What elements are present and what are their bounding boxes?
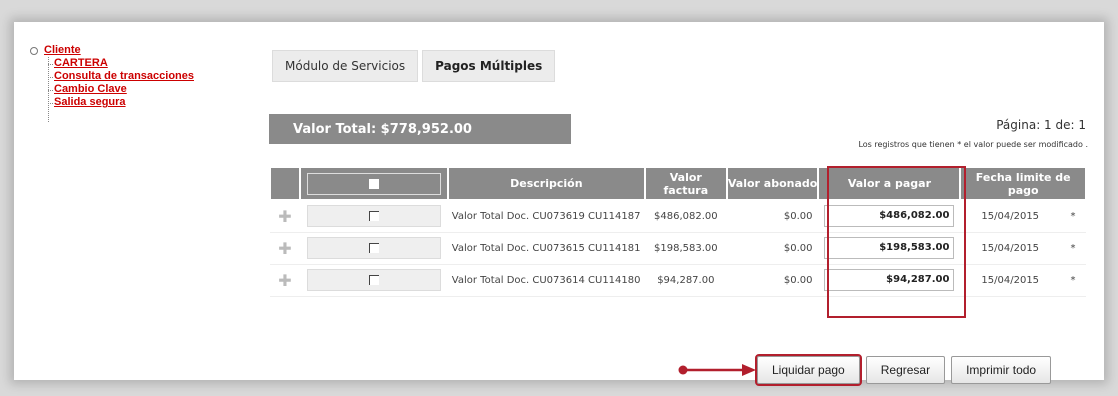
row-description: Valor Total Doc. CU073615 CU114181 <box>447 232 645 265</box>
nav-root: Cliente <box>30 44 194 57</box>
regresar-button[interactable]: Regresar <box>865 356 946 384</box>
header-fecha-limite: Fecha limite de pago <box>959 166 1087 201</box>
row-valor-factura: $198,583.00 <box>644 232 727 265</box>
row-checkbox[interactable] <box>368 211 379 222</box>
expand-plus-icon[interactable]: ✚ <box>278 271 291 290</box>
valor-a-pagar-input[interactable]: $198,583.00 <box>824 237 955 259</box>
header-descripcion: Descripción <box>446 166 646 201</box>
row-valor-factura: $486,082.00 <box>644 200 727 233</box>
nav-link-cambio-clave[interactable]: Cambio Clave <box>48 83 194 96</box>
table-row: ✚ Valor Total Doc. CU073614 CU114180 $94… <box>270 264 1086 297</box>
tree-node-icon <box>30 46 38 55</box>
arrow-pointer-icon <box>678 364 756 376</box>
left-nav: Cliente CARTERA Consulta de transaccione… <box>30 44 194 122</box>
row-checkbox[interactable] <box>368 275 379 285</box>
valor-a-pagar-input[interactable]: $94,287.00 <box>824 269 955 291</box>
row-checkbox-cell[interactable] <box>306 269 441 291</box>
row-fecha-limite: 15/04/2015 <box>960 200 1061 233</box>
row-valor-factura: $94,287.00 <box>644 264 727 297</box>
row-checkbox[interactable] <box>368 243 379 253</box>
header-valor-factura: Valor factura <box>643 166 728 201</box>
imprimir-todo-button[interactable]: Imprimir todo <box>951 356 1052 384</box>
nav-link-cliente[interactable]: Cliente <box>44 44 81 57</box>
row-fecha-limite: 15/04/2015 <box>960 264 1061 297</box>
header-select-all <box>298 166 449 201</box>
page-frame: Cliente CARTERA Consulta de transaccione… <box>14 22 1104 386</box>
tab-bar: Módulo de Servicios Pagos Múltiples <box>272 50 559 82</box>
header-valor-abonado: Valor abonado <box>725 166 820 201</box>
page-indicator: Página: 1 de: 1 <box>996 118 1086 132</box>
valor-a-pagar-input[interactable]: $486,082.00 <box>824 205 955 228</box>
nav-link-cartera[interactable]: CARTERA <box>48 57 194 70</box>
checkbox-icon <box>368 178 379 189</box>
table-row: ✚ Valor Total Doc. CU073615 CU114181 $19… <box>270 232 1086 265</box>
nav-link-salida-segura[interactable]: Salida segura <box>48 96 194 109</box>
row-description: Valor Total Doc. CU073619 CU114187 <box>447 200 645 233</box>
table-row: ✚ Valor Total Doc. CU073619 CU114187 $48… <box>270 200 1086 233</box>
total-value-bar: Valor Total: $778,952.00 <box>269 114 571 144</box>
row-valor-abonado: $0.00 <box>726 264 819 297</box>
expand-plus-icon[interactable]: ✚ <box>278 207 291 226</box>
nav-subitems: CARTERA Consulta de transacciones Cambio… <box>48 57 194 109</box>
action-buttons: Liquidar pago Regresar Imprimir todo <box>755 354 1057 386</box>
nav-link-consulta-transacciones[interactable]: Consulta de transacciones <box>48 70 194 83</box>
select-all-checkbox[interactable] <box>306 172 441 195</box>
payments-table: Descripción Valor factura Valor abonado … <box>269 166 1087 297</box>
header-valor-a-pagar: Valor a pagar <box>817 166 962 201</box>
row-checkbox-cell[interactable] <box>306 205 441 228</box>
row-editable-mark: * <box>1060 200 1086 233</box>
editable-note: Los registros que tienen * el valor pued… <box>858 140 1088 149</box>
header-expand <box>269 166 301 201</box>
tab-pagos-multiples[interactable]: Pagos Múltiples <box>422 50 556 82</box>
row-description: Valor Total Doc. CU073614 CU114180 <box>447 264 645 297</box>
row-valor-abonado: $0.00 <box>726 200 819 233</box>
expand-plus-icon[interactable]: ✚ <box>278 239 291 258</box>
row-valor-abonado: $0.00 <box>726 232 819 265</box>
row-fecha-limite: 15/04/2015 <box>960 232 1061 265</box>
tab-modulo-servicios[interactable]: Módulo de Servicios <box>272 50 419 82</box>
row-editable-mark: * <box>1060 264 1086 297</box>
row-editable-mark: * <box>1060 232 1086 265</box>
table-header-row: Descripción Valor factura Valor abonado … <box>269 166 1087 201</box>
liquidar-pago-button[interactable]: Liquidar pago <box>755 354 862 386</box>
row-checkbox-cell[interactable] <box>306 237 441 259</box>
